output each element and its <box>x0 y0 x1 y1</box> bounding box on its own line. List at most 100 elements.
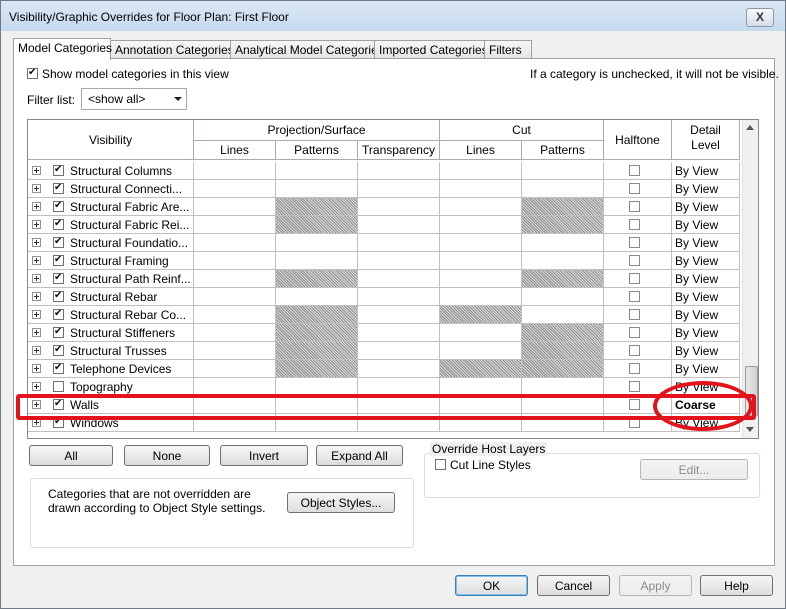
cut-lines-cell[interactable] <box>440 342 522 360</box>
detail-level-value[interactable]: By View <box>675 344 718 358</box>
filter-list-dropdown[interactable]: <show all> <box>81 88 187 110</box>
cut-patterns-cell[interactable] <box>522 162 604 180</box>
category-visibility-checkbox[interactable] <box>53 182 64 194</box>
halftone-checkbox[interactable] <box>629 165 640 176</box>
expand-plus-icon[interactable] <box>32 364 41 373</box>
projection-patterns-cell[interactable] <box>276 288 358 306</box>
cut-lines-cell[interactable] <box>440 324 522 342</box>
apply-button[interactable]: Apply <box>619 575 692 596</box>
projection-lines-cell[interactable] <box>194 198 276 216</box>
table-row[interactable]: Telephone Devices By View <box>28 360 740 378</box>
expand-plus-icon[interactable] <box>32 184 41 193</box>
transparency-cell[interactable] <box>358 234 440 252</box>
detail-level-value[interactable]: By View <box>675 290 718 304</box>
projection-patterns-cell[interactable] <box>276 306 358 324</box>
projection-lines-cell[interactable] <box>194 288 276 306</box>
projection-patterns-cell[interactable] <box>276 360 358 378</box>
category-visibility-checkbox[interactable] <box>53 308 64 320</box>
transparency-cell[interactable] <box>358 288 440 306</box>
halftone-checkbox[interactable] <box>629 273 640 284</box>
halftone-checkbox[interactable] <box>629 327 640 338</box>
halftone-checkbox[interactable] <box>629 201 640 212</box>
detail-level-value[interactable]: By View <box>675 362 718 376</box>
cut-lines-cell[interactable] <box>440 162 522 180</box>
detail-level-value[interactable]: By View <box>675 200 718 214</box>
expand-plus-icon[interactable] <box>32 202 41 211</box>
projection-patterns-cell[interactable] <box>276 180 358 198</box>
halftone-checkbox[interactable] <box>629 291 640 302</box>
cut-lines-cell[interactable] <box>440 360 522 378</box>
title-bar[interactable]: Visibility/Graphic Overrides for Floor P… <box>1 1 785 31</box>
cut-patterns-cell[interactable] <box>522 324 604 342</box>
category-visibility-checkbox[interactable] <box>53 326 64 338</box>
help-button[interactable]: Help <box>700 575 773 596</box>
expand-plus-icon[interactable] <box>32 382 41 391</box>
projection-patterns-cell[interactable] <box>276 270 358 288</box>
cut-line-styles-checkbox[interactable] <box>435 459 446 470</box>
detail-level-value[interactable]: By View <box>675 272 718 286</box>
halftone-checkbox[interactable] <box>629 309 640 320</box>
transparency-cell[interactable] <box>358 198 440 216</box>
table-row[interactable]: Structural Path Reinf... By View <box>28 270 740 288</box>
expand-plus-icon[interactable] <box>32 346 41 355</box>
table-row[interactable]: Structural Stiffeners By View <box>28 324 740 342</box>
expand-plus-icon[interactable] <box>32 256 41 265</box>
category-visibility-checkbox[interactable] <box>53 218 64 230</box>
projection-lines-cell[interactable] <box>194 360 276 378</box>
cut-lines-cell[interactable] <box>440 306 522 324</box>
category-visibility-checkbox[interactable] <box>53 236 64 248</box>
ok-button[interactable]: OK <box>455 575 528 596</box>
transparency-cell[interactable] <box>358 342 440 360</box>
all-button[interactable]: All <box>29 445 113 466</box>
halftone-checkbox[interactable] <box>629 345 640 356</box>
expand-plus-icon[interactable] <box>32 166 41 175</box>
detail-level-value[interactable]: By View <box>675 182 718 196</box>
category-visibility-checkbox[interactable] <box>53 254 64 266</box>
cancel-button[interactable]: Cancel <box>537 575 610 596</box>
table-row[interactable]: Structural Framing By View <box>28 252 740 270</box>
halftone-checkbox[interactable] <box>629 219 640 230</box>
expand-plus-icon[interactable] <box>32 274 41 283</box>
transparency-cell[interactable] <box>358 180 440 198</box>
tab-model-categories[interactable]: Model Categories <box>13 38 112 60</box>
cut-lines-cell[interactable] <box>440 288 522 306</box>
expand-plus-icon[interactable] <box>32 328 41 337</box>
cut-patterns-cell[interactable] <box>522 306 604 324</box>
detail-level-value[interactable]: By View <box>675 236 718 250</box>
expand-plus-icon[interactable] <box>32 292 41 301</box>
header-visibility[interactable]: Visibility <box>28 120 194 160</box>
cut-lines-cell[interactable] <box>440 216 522 234</box>
projection-lines-cell[interactable] <box>194 180 276 198</box>
transparency-cell[interactable] <box>358 360 440 378</box>
tab-imported-categories[interactable]: Imported Categories <box>374 40 490 59</box>
projection-lines-cell[interactable] <box>194 234 276 252</box>
halftone-checkbox[interactable] <box>629 255 640 266</box>
detail-level-value[interactable]: By View <box>675 218 718 232</box>
cut-lines-cell[interactable] <box>440 198 522 216</box>
edit-button[interactable]: Edit... <box>640 459 748 480</box>
cut-patterns-cell[interactable] <box>522 360 604 378</box>
grid-scrollbar[interactable] <box>742 120 758 438</box>
projection-patterns-cell[interactable] <box>276 324 358 342</box>
projection-patterns-cell[interactable] <box>276 252 358 270</box>
tab-annotation-categories[interactable]: Annotation Categories <box>110 40 234 59</box>
projection-lines-cell[interactable] <box>194 216 276 234</box>
expand-all-button[interactable]: Expand All <box>316 445 403 466</box>
table-row[interactable]: Structural Trusses By View <box>28 342 740 360</box>
table-row[interactable]: Structural Rebar By View <box>28 288 740 306</box>
detail-level-value[interactable]: By View <box>675 326 718 340</box>
object-styles-button[interactable]: Object Styles... <box>287 492 395 513</box>
projection-lines-cell[interactable] <box>194 162 276 180</box>
detail-level-value[interactable]: By View <box>675 254 718 268</box>
projection-lines-cell[interactable] <box>194 306 276 324</box>
category-visibility-checkbox[interactable] <box>53 362 64 374</box>
scroll-down-arrow-icon[interactable] <box>746 427 754 432</box>
category-visibility-checkbox[interactable] <box>53 381 64 392</box>
table-row[interactable]: Structural Fabric Rei... By View <box>28 216 740 234</box>
cut-patterns-cell[interactable] <box>522 252 604 270</box>
cut-patterns-cell[interactable] <box>522 216 604 234</box>
categories-grid[interactable]: Visibility Projection/Surface Cut Halfto… <box>27 119 759 439</box>
projection-lines-cell[interactable] <box>194 270 276 288</box>
cut-lines-cell[interactable] <box>440 234 522 252</box>
projection-lines-cell[interactable] <box>194 324 276 342</box>
